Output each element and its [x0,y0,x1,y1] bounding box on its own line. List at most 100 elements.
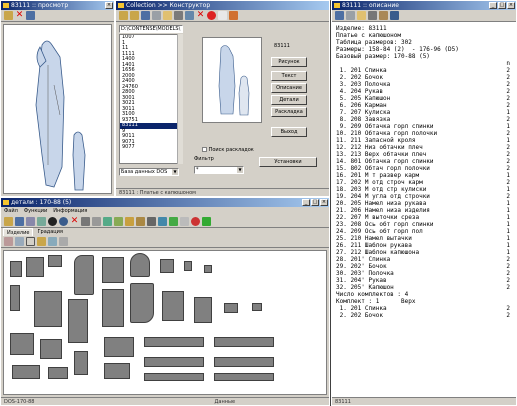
pattern-piece[interactable] [214,357,274,367]
target-icon[interactable] [59,216,68,226]
layers-icon[interactable] [37,216,46,226]
close-button[interactable]: × [507,2,515,9]
split-icon[interactable] [26,237,35,246]
pattern-piece[interactable] [194,297,212,323]
menu-file[interactable]: Файл [4,207,18,215]
edit-icon[interactable] [390,11,399,20]
list-icon[interactable] [15,237,24,246]
ruler-icon[interactable] [125,216,134,226]
scissors-icon[interactable] [174,11,183,20]
db-select[interactable]: База данных DOS ▼ [119,168,179,176]
font-icon[interactable] [379,11,388,20]
path-field[interactable]: D:\CONTENSE\MODELS\ [119,25,183,33]
pattern-piece[interactable] [48,367,68,379]
pattern-piece[interactable] [102,257,124,283]
text-button[interactable]: Текст [271,71,307,81]
checkbox-box[interactable] [202,147,207,152]
pattern-piece[interactable] [204,265,212,273]
list-item[interactable]: 9077 [120,144,182,151]
chevron-down-icon[interactable]: ▼ [172,169,178,175]
save-icon[interactable] [141,11,150,20]
rotate-icon[interactable] [103,216,112,226]
copy-icon[interactable] [163,11,172,20]
maximize-button[interactable]: □ [311,199,319,206]
save-icon[interactable] [335,11,344,20]
delete-icon[interactable]: ✕ [196,11,205,20]
check-icon[interactable] [169,216,178,226]
flag-icon[interactable] [202,216,211,226]
pattern-piece[interactable] [26,257,44,277]
info-icon[interactable] [218,11,227,20]
delete-icon[interactable]: ✕ [15,11,24,20]
pattern-piece[interactable] [12,365,40,379]
piece-icon[interactable] [59,237,68,246]
details-button[interactable]: Детали [271,95,307,105]
pattern-piece[interactable] [144,337,204,347]
text-icon[interactable] [147,216,156,226]
pattern-piece[interactable] [130,283,154,323]
picture-button[interactable]: Рисунок [271,57,307,67]
spec-text-area[interactable]: Изделие: 83111 Платье с капюшоном Таблица … [336,25,510,395]
save-icon[interactable] [15,216,24,226]
minimize-button[interactable]: _ [489,2,497,9]
menu-info[interactable]: Информация [53,207,87,215]
pattern-piece[interactable] [48,255,62,267]
piece-icon[interactable] [48,237,57,246]
tab-product[interactable]: Изделие [3,228,34,236]
layout-button[interactable]: Раскладка [271,107,307,117]
details-title-bar[interactable]: детали : 170-88 (5) _ □ × [1,198,329,207]
scissors-icon[interactable] [81,216,90,226]
folder-open-icon[interactable] [119,11,128,20]
pattern-piece[interactable] [40,339,62,359]
close-button[interactable]: × [105,2,113,9]
settings-button[interactable]: Установки [259,157,317,167]
move-icon[interactable] [92,216,101,226]
menu-functions[interactable]: Функции [24,207,47,215]
spec-title-bar[interactable]: 83111 :: описание _ □ × [332,1,516,10]
pieces-canvas[interactable] [3,250,327,395]
pattern-piece[interactable] [68,299,88,343]
search-layouts-checkbox[interactable]: Поиск раскладок [202,147,254,153]
pattern-piece[interactable] [34,291,62,327]
description-button[interactable]: Описание [271,83,307,93]
folder-icon[interactable] [37,237,46,246]
close-button[interactable]: × [320,199,328,206]
minimize-button[interactable]: _ [302,199,310,206]
pattern-piece[interactable] [214,373,274,381]
chevron-down-icon[interactable]: ▼ [237,167,243,173]
measure-icon[interactable] [158,216,167,226]
copy-icon[interactable] [357,11,366,20]
pattern-piece[interactable] [104,337,134,357]
catalog-title-bar[interactable]: Collection >> Конструктор [116,1,329,10]
pattern-piece[interactable] [160,259,174,273]
pattern-piece[interactable] [10,333,34,355]
save-icon[interactable] [26,11,35,20]
arrow-icon[interactable] [4,237,13,246]
filter-select[interactable]: * ▼ [194,166,244,174]
print-icon[interactable] [152,11,161,20]
pattern-piece[interactable] [10,285,20,311]
open-icon[interactable] [4,216,13,226]
pattern-piece[interactable] [102,289,124,327]
pattern-piece[interactable] [224,303,238,313]
stop-icon[interactable] [191,216,200,226]
delete-icon[interactable]: ✕ [70,216,79,226]
pattern-piece[interactable] [162,291,184,321]
find-icon[interactable] [368,11,377,20]
pattern-piece[interactable] [252,303,262,311]
pattern-piece[interactable] [184,261,192,271]
folder-icon[interactable] [130,11,139,20]
exit-button[interactable]: Выход [271,127,307,137]
grid-icon[interactable] [26,216,35,226]
pattern-piece[interactable] [144,357,204,367]
pencil-icon[interactable] [136,216,145,226]
preview-title-bar[interactable]: 83111 :: просмотр × [1,1,114,10]
scrollbar[interactable] [177,34,183,164]
pattern-piece[interactable] [10,261,22,277]
pattern-piece[interactable] [214,337,274,347]
pattern-piece[interactable] [74,255,94,295]
hand-icon[interactable] [180,216,189,226]
settings-icon[interactable] [229,11,238,20]
pattern-piece[interactable] [144,373,204,381]
pattern-piece[interactable] [104,363,130,379]
